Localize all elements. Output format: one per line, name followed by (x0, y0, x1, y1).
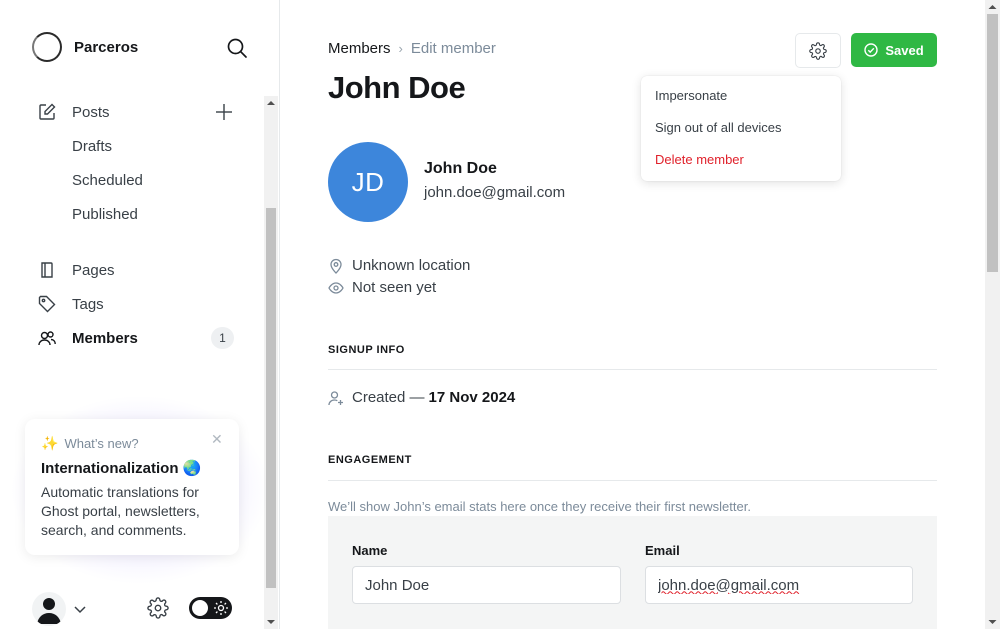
member-form-panel: Name Email (328, 516, 937, 629)
engagement-note: We’ll show John’s email stats here once … (328, 499, 751, 514)
sidebar-item-label: Published (72, 205, 138, 223)
whats-new-body: Automatic translations for Ghost portal,… (41, 484, 200, 538)
sidebar-item-tags[interactable]: Tags (32, 287, 242, 321)
user-add-icon (328, 390, 343, 405)
member-location: Unknown location (352, 257, 471, 274)
sidebar-nav: Posts Drafts Scheduled Published Pages T… (32, 95, 242, 355)
member-name: John Doe (424, 160, 497, 177)
member-settings-button[interactable] (795, 33, 841, 68)
breadcrumb-members-link[interactable]: Members (328, 40, 391, 57)
email-field-label: Email (645, 543, 680, 558)
created-prefix: Created — (352, 389, 425, 406)
created-date: 17 Nov 2024 (428, 389, 516, 406)
brand-name: Parceros (74, 38, 139, 56)
sidebar-item-pages[interactable]: Pages (32, 253, 242, 287)
page-scroll-thumb[interactable] (987, 14, 998, 272)
member-last-seen: Not seen yet (352, 279, 437, 296)
sidebar-item-label: Pages (72, 261, 115, 279)
eye-icon (328, 281, 344, 294)
members-count-badge: 1 (211, 327, 234, 349)
toggle-knob (192, 600, 208, 616)
page-icon (41, 262, 53, 278)
saved-button[interactable]: Saved (851, 33, 937, 67)
impersonate-menu-item[interactable]: Impersonate (641, 84, 841, 116)
members-icon (38, 331, 56, 346)
user-avatar[interactable] (32, 592, 66, 626)
member-email: john.doe@gmail.com (424, 184, 566, 201)
tag-icon (38, 295, 56, 313)
saved-label: Saved (885, 42, 924, 58)
delete-member-menu-item[interactable]: Delete member (641, 148, 841, 180)
sidebar-item-posts[interactable]: Posts (32, 95, 242, 129)
divider (328, 369, 937, 370)
sidebar: Parceros Posts Drafts Scheduled Publishe… (0, 0, 280, 629)
sidebar-item-scheduled[interactable]: Scheduled (32, 163, 242, 197)
sign-out-all-devices-menu-item[interactable]: Sign out of all devices (641, 116, 841, 148)
chevron-down-icon[interactable] (72, 601, 88, 617)
signup-info-title: SIGNUP INFO (328, 344, 405, 356)
whats-new-card[interactable]: ✨ What’s new? ✕ Internationalization 🌏 A… (25, 419, 239, 555)
brand-logo-icon (32, 32, 62, 62)
email-field[interactable] (645, 566, 913, 604)
member-avatar: JD (328, 142, 408, 222)
member-actions-menu: Impersonate Sign out of all devices Dele… (641, 76, 841, 181)
sidebar-item-label: Tags (72, 295, 104, 313)
sidebar-item-label: Members (72, 329, 138, 347)
search-icon[interactable] (226, 37, 248, 59)
add-post-icon[interactable] (214, 102, 234, 122)
scroll-up-arrow-icon[interactable] (985, 0, 1000, 14)
sun-icon (214, 601, 228, 615)
scroll-up-arrow-icon[interactable] (264, 96, 278, 110)
engagement-title: ENGAGEMENT (328, 454, 412, 466)
location-pin-icon (330, 258, 342, 274)
name-field[interactable] (352, 566, 621, 604)
created-row: Created — 17 Nov 2024 (328, 389, 515, 406)
divider (328, 480, 937, 481)
close-icon[interactable]: ✕ (211, 431, 225, 447)
settings-gear-icon[interactable] (147, 597, 169, 619)
dark-mode-toggle[interactable] (189, 597, 232, 619)
breadcrumb-current: Edit member (410, 40, 496, 57)
last-seen-row: Not seen yet (328, 279, 436, 296)
user-silhouette-icon (37, 598, 61, 624)
main-content: Members › Edit member John Doe Saved Imp… (280, 0, 985, 629)
check-circle-icon (864, 43, 879, 57)
brand[interactable]: Parceros (32, 32, 138, 62)
sidebar-item-drafts[interactable]: Drafts (32, 129, 242, 163)
chevron-right-icon: › (398, 41, 403, 56)
location-row: Unknown location (328, 257, 470, 274)
name-field-label: Name (352, 543, 388, 558)
sidebar-item-published[interactable]: Published (32, 197, 242, 231)
sidebar-item-label: Drafts (72, 137, 113, 155)
sidebar-item-label: Scheduled (72, 171, 143, 189)
page-title: John Doe (328, 70, 466, 105)
sidebar-item-label: Posts (72, 103, 110, 121)
sidebar-item-members[interactable]: Members 1 (32, 321, 242, 355)
gear-icon (809, 41, 827, 60)
scroll-down-arrow-icon[interactable] (985, 615, 1000, 629)
breadcrumb: Members › Edit member (328, 40, 496, 57)
page-scrollbar[interactable] (985, 0, 1000, 629)
whats-new-heading: What’s new? (64, 436, 139, 451)
scroll-down-arrow-icon[interactable] (264, 615, 278, 629)
sparkle-icon: ✨ (41, 435, 59, 451)
whats-new-title: Internationalization 🌏 (41, 460, 202, 477)
edit-icon (39, 103, 56, 120)
